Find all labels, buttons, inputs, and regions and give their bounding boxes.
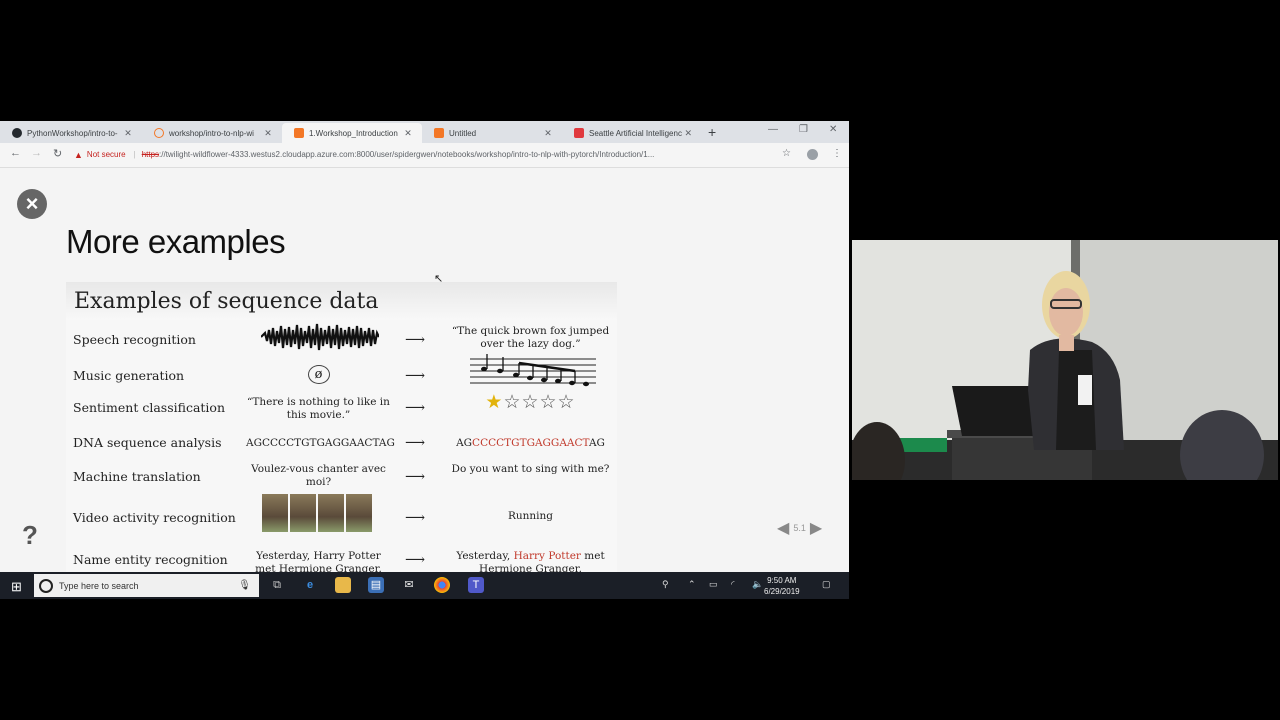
- sequence-data-figure: Examples of sequence data Speech recogni…: [66, 282, 617, 572]
- tab-untitled[interactable]: Untitled ✕: [422, 123, 562, 143]
- close-icon[interactable]: ✕: [262, 128, 274, 139]
- slide-number: 5.1: [793, 523, 806, 533]
- jupyter-icon: [154, 128, 164, 138]
- speaker-video-image: [852, 240, 1278, 480]
- reload-icon[interactable]: ↻: [53, 147, 62, 160]
- slide-navigation: ◀ 5.1 ▶: [777, 518, 822, 538]
- person-icon[interactable]: ⚲: [662, 579, 669, 590]
- notebook-icon: [434, 128, 444, 138]
- arrow-icon: ⟶: [405, 435, 426, 451]
- profile-avatar[interactable]: [807, 149, 818, 160]
- menu-icon[interactable]: ⋮: [832, 148, 842, 159]
- window-close-button[interactable]: ✕: [829, 124, 837, 135]
- system-clock[interactable]: 9:50 AM 6/29/2019: [764, 575, 800, 597]
- arrow-icon: ⟶: [405, 332, 426, 348]
- volume-icon[interactable]: 🔈: [752, 579, 763, 590]
- next-slide-icon[interactable]: ▶: [810, 518, 822, 538]
- screen-capture: PythonWorkshop/intro-to- ✕ workshop/intr…: [0, 121, 849, 599]
- chrome-icon[interactable]: [434, 577, 450, 593]
- webcam-feed: [852, 240, 1278, 480]
- figure-heading: Examples of sequence data: [66, 282, 617, 320]
- warning-icon: ▲: [74, 149, 83, 160]
- microphone-icon[interactable]: 🎙: [238, 580, 251, 591]
- taskbar-search-box[interactable]: Type here to search 🎙: [34, 574, 259, 597]
- arrow-icon: ⟶: [405, 368, 426, 384]
- arrow-icon: ⟶: [405, 469, 426, 485]
- new-tab-button[interactable]: +: [708, 124, 716, 140]
- close-slideshow-button[interactable]: ×: [17, 189, 47, 219]
- arrow-icon: ⟶: [405, 400, 426, 416]
- forward-icon[interactable]: →: [31, 147, 42, 159]
- browser-tab-strip: PythonWorkshop/intro-to- ✕ workshop/intr…: [0, 121, 849, 143]
- restore-button[interactable]: ❐: [799, 124, 808, 135]
- url-field[interactable]: ▲ Not secure | https ://twilight-wildflo…: [74, 146, 774, 163]
- chevron-up-icon[interactable]: ⌃: [688, 579, 696, 590]
- star-filled-icon: ★: [485, 391, 504, 413]
- sheet-music-icon: [470, 354, 596, 387]
- tab-meetup[interactable]: Seattle Artificial Intelligence ✕: [562, 123, 702, 143]
- empty-set-icon: ø: [307, 365, 330, 384]
- previous-slide-icon[interactable]: ◀: [777, 518, 789, 538]
- tab-workshop-introduction[interactable]: 1.Workshop_Introduction ✕: [282, 123, 422, 143]
- help-button[interactable]: ?: [22, 520, 38, 551]
- store-icon[interactable]: ▤: [368, 577, 384, 593]
- battery-icon[interactable]: ▭: [709, 579, 718, 590]
- minimize-button[interactable]: —: [768, 124, 778, 135]
- video-frames-image: [262, 494, 372, 532]
- tab-jupyter-tree[interactable]: workshop/intro-to-nlp-wi ✕: [142, 123, 282, 143]
- notifications-icon[interactable]: ▢: [822, 579, 831, 590]
- star-icon[interactable]: ☆: [782, 148, 791, 159]
- arrow-icon: ⟶: [405, 552, 426, 568]
- close-icon[interactable]: ✕: [542, 128, 554, 139]
- close-icon[interactable]: ✕: [682, 128, 694, 139]
- back-icon[interactable]: ←: [10, 147, 21, 159]
- mail-icon[interactable]: ✉: [401, 577, 417, 593]
- github-icon: [12, 128, 22, 138]
- slide-title: More examples: [66, 223, 286, 260]
- star-empty-icon: ☆☆☆☆: [503, 391, 576, 413]
- windows-start-icon[interactable]: ⊞: [11, 579, 22, 595]
- edge-icon[interactable]: e: [302, 577, 318, 593]
- file-explorer-icon[interactable]: [335, 577, 351, 593]
- notebook-icon: [294, 128, 304, 138]
- wifi-icon[interactable]: ◜: [731, 579, 735, 590]
- close-icon[interactable]: ✕: [122, 128, 134, 139]
- close-icon[interactable]: ✕: [402, 128, 414, 139]
- arrow-icon: ⟶: [405, 510, 426, 526]
- meetup-icon: [574, 128, 584, 138]
- teams-icon[interactable]: T: [468, 577, 484, 593]
- windows-taskbar: ⊞ Type here to search 🎙 ⧉ e ▤ ✉ T ⚲ ⌃ ▭ …: [0, 572, 849, 599]
- task-view-icon[interactable]: ⧉: [269, 577, 285, 593]
- star-rating: ★☆☆☆☆: [448, 393, 613, 412]
- tab-github[interactable]: PythonWorkshop/intro-to- ✕: [0, 123, 142, 143]
- address-bar-row: ← → ↻ ▲ Not secure | https ://twilight-w…: [0, 143, 849, 168]
- search-icon: [39, 578, 53, 593]
- audio-waveform-icon: [261, 323, 379, 351]
- slide-page: × More examples ↖ Examples of sequence d…: [0, 168, 849, 572]
